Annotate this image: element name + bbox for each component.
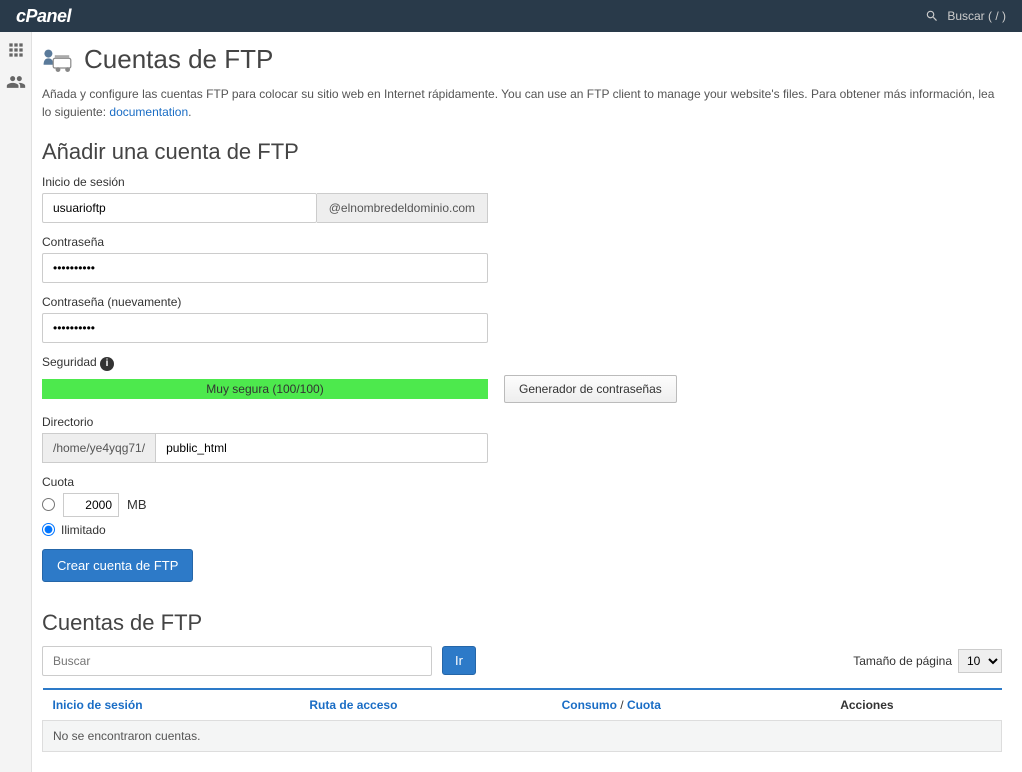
add-account-title: Añadir una cuenta de FTP (42, 139, 1002, 165)
quota-unlimited-label: Ilimitado (61, 523, 106, 537)
page-title-text: Cuentas de FTP (84, 44, 273, 75)
main-content: Cuentas de FTP Añada y configure las cue… (32, 32, 1022, 772)
search-go-button[interactable]: Ir (442, 646, 476, 675)
password-input[interactable] (42, 253, 488, 283)
strength-label-text: Seguridad (42, 355, 97, 369)
quota-mb-radio[interactable] (42, 498, 55, 511)
col-path[interactable]: Ruta de acceso (299, 689, 551, 721)
global-search[interactable]: Buscar ( / ) (925, 9, 1006, 23)
ftp-accounts-icon (42, 47, 74, 73)
password2-label: Contraseña (nuevamente) (42, 295, 1002, 309)
login-label: Inicio de sesión (42, 175, 1002, 189)
col-usage-quota[interactable]: Consumo / Cuota (552, 689, 831, 721)
col-actions: Acciones (830, 689, 1001, 721)
sidebar (0, 32, 32, 772)
cpanel-logo[interactable]: cPanel (16, 6, 71, 27)
intro-text: Añada y configure las cuentas FTP para c… (42, 85, 1002, 121)
password-generator-button[interactable]: Generador de contraseñas (504, 375, 677, 403)
empty-message: No se encontraron cuentas. (43, 720, 1002, 751)
quota-unlimited-radio[interactable] (42, 523, 55, 536)
quota-label: Cuota (42, 475, 1002, 489)
table-row: No se encontraron cuentas. (43, 720, 1002, 751)
password2-input[interactable] (42, 313, 488, 343)
strength-meter: Muy segura (100/100) (42, 379, 488, 399)
home-prefix: /home/ye4yqg71/ (42, 433, 155, 463)
password-label: Contraseña (42, 235, 1002, 249)
intro-suffix: . (188, 105, 191, 119)
search-placeholder-text: Buscar ( / ) (947, 9, 1006, 23)
page-title: Cuentas de FTP (42, 44, 1002, 75)
domain-suffix: @elnombredeldominio.com (317, 193, 488, 223)
col-login[interactable]: Inicio de sesión (43, 689, 300, 721)
quota-input[interactable] (63, 493, 119, 517)
directory-label: Directorio (42, 415, 1002, 429)
search-icon (925, 9, 939, 23)
directory-input[interactable] (155, 433, 488, 463)
users-icon[interactable] (6, 72, 26, 92)
accounts-list-title: Cuentas de FTP (42, 610, 1002, 636)
topbar: cPanel Buscar ( / ) (0, 0, 1022, 32)
strength-label: Seguridad i (42, 355, 1002, 371)
accounts-search-input[interactable] (42, 646, 432, 676)
page-size-select[interactable]: 10 (958, 649, 1002, 673)
page-size-label: Tamaño de página (853, 654, 952, 668)
apps-grid-icon[interactable] (6, 40, 26, 60)
documentation-link[interactable]: documentation (109, 105, 188, 119)
create-account-button[interactable]: Crear cuenta de FTP (42, 549, 193, 582)
quota-unit: MB (127, 497, 147, 512)
accounts-table: Inicio de sesión Ruta de acceso Consumo … (42, 688, 1002, 752)
info-icon[interactable]: i (100, 357, 114, 371)
login-input[interactable] (42, 193, 317, 223)
